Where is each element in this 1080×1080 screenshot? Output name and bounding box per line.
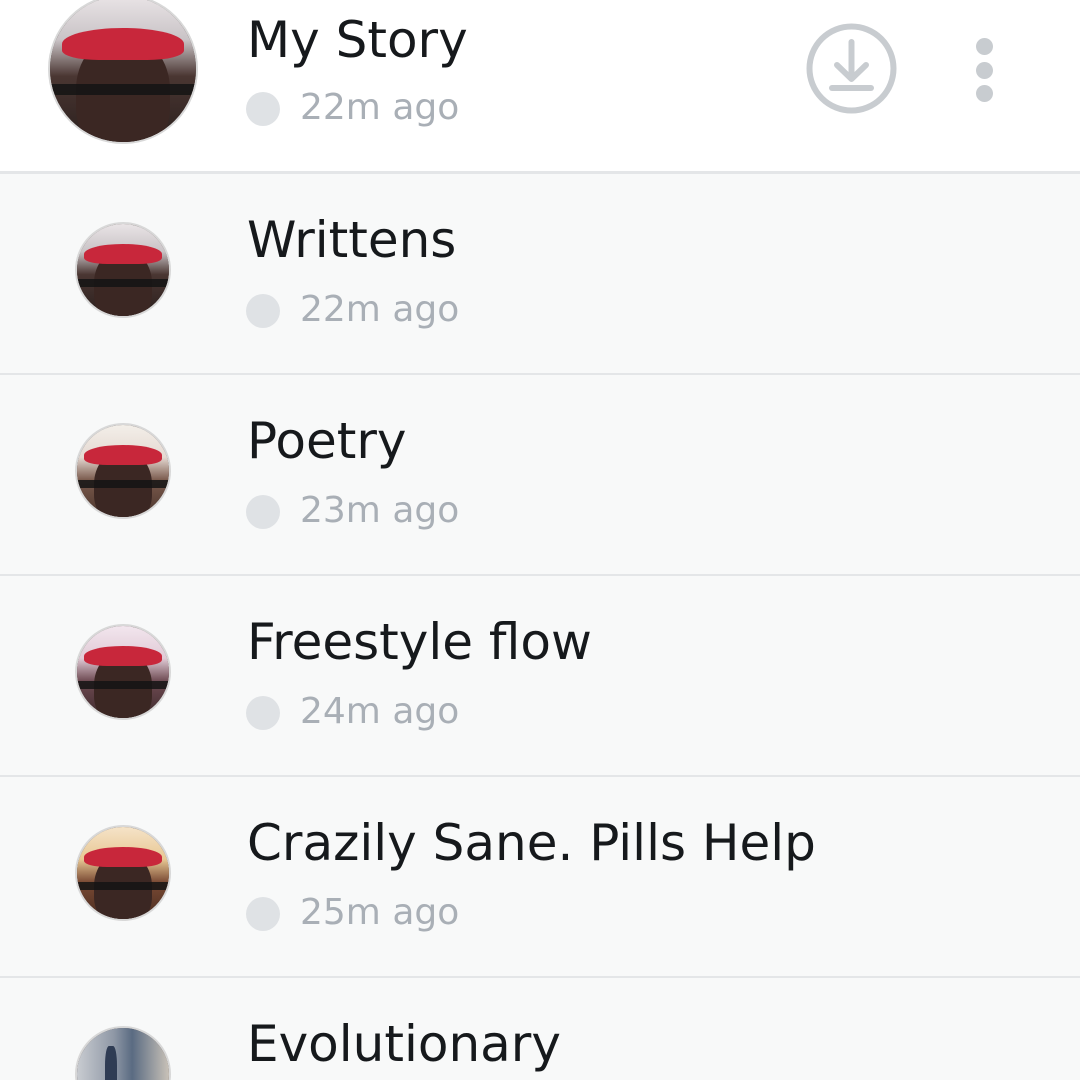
snap-title: Poetry — [247, 412, 407, 470]
avatar-headband — [84, 847, 162, 868]
story-list-screen: My Story 22m ago Writtens 22m ago Poetry… — [0, 0, 1080, 1080]
snap-title: Freestyle flow — [247, 613, 592, 671]
snap-row[interactable]: Crazily Sane. Pills Help 25m ago — [0, 777, 1080, 979]
snap-thumbnail[interactable] — [75, 1026, 171, 1080]
avatar-caption-bar — [77, 882, 169, 890]
avatar-headband — [84, 244, 162, 265]
my-story-row[interactable]: My Story 22m ago — [0, 0, 1080, 174]
avatar-caption-bar — [77, 681, 169, 689]
snap-thumbnail[interactable] — [75, 222, 171, 318]
download-circle-icon — [806, 23, 897, 114]
snap-time: 22m ago — [300, 289, 460, 330]
more-dot — [976, 85, 993, 102]
snap-time: 24m ago — [300, 691, 460, 732]
clock-icon — [246, 495, 280, 529]
clock-icon — [246, 294, 280, 328]
snap-time: 23m ago — [300, 490, 460, 531]
avatar-headband — [84, 646, 162, 667]
snap-row[interactable]: Writtens 22m ago — [0, 174, 1080, 376]
snap-time: 25m ago — [300, 892, 460, 933]
avatar-caption-bar — [77, 480, 169, 488]
snap-row[interactable]: Poetry 23m ago — [0, 375, 1080, 577]
avatar-caption-bar — [50, 83, 196, 96]
snap-thumbnail[interactable] — [75, 825, 171, 921]
more-options-button[interactable] — [966, 36, 1002, 106]
my-story-time: 22m ago — [300, 87, 460, 128]
my-story-title: My Story — [247, 11, 468, 69]
clock-icon — [246, 897, 280, 931]
more-dot — [976, 38, 993, 55]
snap-title: Evolutionary — [247, 1015, 561, 1073]
snap-thumbnail[interactable] — [75, 423, 171, 519]
avatar-caption-bar — [77, 279, 169, 287]
avatar-headband — [84, 445, 162, 466]
avatar-headband — [61, 28, 185, 61]
my-story-avatar[interactable] — [48, 0, 198, 144]
avatar-photo — [77, 1028, 169, 1080]
snap-title: Crazily Sane. Pills Help — [247, 814, 816, 872]
clock-icon — [246, 696, 280, 730]
snap-title: Writtens — [247, 211, 457, 269]
download-button[interactable] — [805, 22, 898, 115]
clock-icon — [246, 92, 280, 126]
snap-thumbnail[interactable] — [75, 624, 171, 720]
snap-row[interactable]: Freestyle flow 24m ago — [0, 576, 1080, 778]
avatar-figure — [104, 1046, 118, 1080]
more-dot — [976, 62, 993, 79]
snap-row[interactable]: Evolutionary — [0, 978, 1080, 1080]
